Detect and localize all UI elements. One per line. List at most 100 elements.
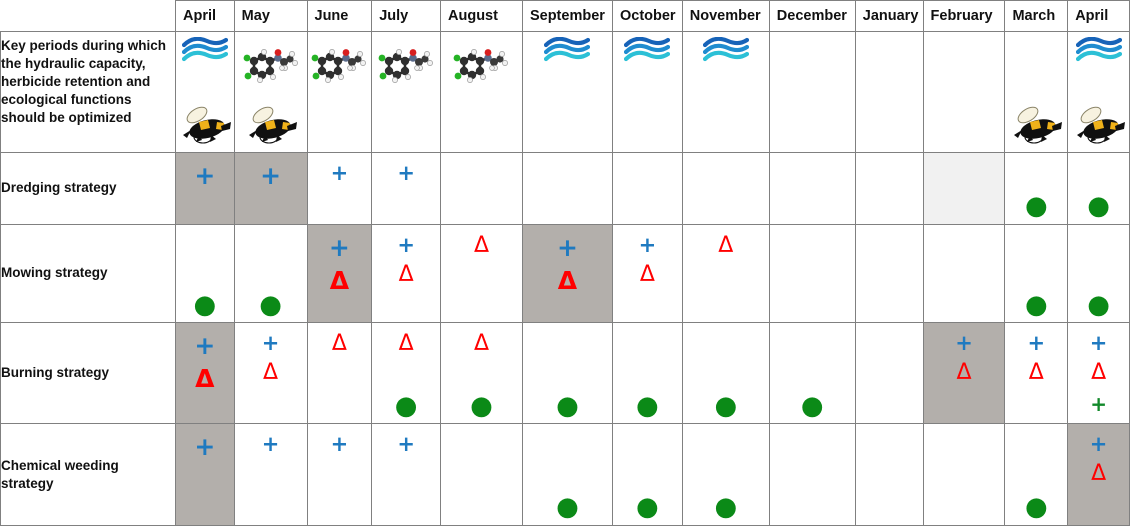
symbol-blue-plus-bold: + [194, 432, 216, 462]
cell-key_periods-4 [440, 31, 523, 153]
symbol-green-dot: ● [470, 390, 493, 421]
cell-mowing-0: ● [175, 223, 235, 324]
column-header-june-2: June [306, 0, 373, 32]
symbol-red-triangle-bold: Δ [557, 265, 578, 295]
cell-key_periods-1 [233, 31, 308, 153]
symbol-blue-plus-bold: + [194, 331, 216, 361]
symbol-stack: ● [770, 323, 855, 423]
symbol-blue-plus-bold: + [194, 160, 216, 190]
symbol-stack: ● [1005, 153, 1067, 224]
cell-mowing-5: + Δ [521, 223, 613, 324]
cell-burning-12: + Δ + [1067, 322, 1130, 425]
symbol-stack: + Δ [1068, 424, 1129, 525]
symbol-red-triangle: Δ [639, 261, 655, 287]
table-header-row: April May June July August September October No… [0, 0, 1130, 32]
symbol-green-dot: ● [1087, 289, 1110, 320]
symbol-blue-plus: + [397, 232, 415, 257]
schedule-table-root: April May June July August September October No… [0, 0, 1130, 526]
symbol-blue-plus: + [330, 432, 349, 457]
symbol-blue-plus: + [261, 432, 280, 457]
symbol-stack: + Δ [176, 323, 234, 423]
symbol-stack: + [372, 153, 440, 224]
cell-mowing-11: ● [1004, 223, 1069, 324]
table-row-burning: Burning strategy + Δ + Δ Δ Δ ● Δ ● ● ● ● ● + Δ + Δ + Δ + [0, 322, 1130, 425]
bee-icon [177, 102, 233, 149]
wave-icon [624, 36, 671, 68]
symbol-red-triangle: Δ [718, 232, 734, 258]
row-label-chemical_weeding: Chemical weeding strategy [0, 423, 176, 526]
icon-group [523, 32, 612, 152]
symbol-green-dot: ● [556, 492, 579, 523]
cell-chemical_weeding-12: + Δ [1067, 423, 1130, 526]
symbol-red-triangle: Δ [263, 360, 279, 386]
symbol-blue-plus: + [330, 160, 349, 185]
symbol-stack: + Δ [308, 225, 372, 323]
bee-icon [1008, 102, 1064, 149]
icon-group [1068, 32, 1129, 152]
cell-key_periods-9 [854, 31, 924, 153]
cell-key_periods-12 [1067, 31, 1130, 153]
symbol-green-dot: ● [714, 390, 738, 421]
table-row-mowing: Mowing strategy ● ● + Δ + Δ Δ + Δ + Δ Δ ● ● [0, 223, 1130, 324]
symbol-blue-plus: + [638, 232, 657, 257]
symbol-green-dot: ● [714, 492, 738, 523]
cell-mowing-4: Δ [440, 223, 523, 324]
symbol-stack: ● [523, 424, 612, 525]
table-row-chemical_weeding: Chemical weeding strategy + + + + ● ● ● ● + Δ [0, 423, 1130, 526]
column-header-may-1: May [233, 0, 308, 32]
cell-chemical_weeding-4 [440, 423, 523, 526]
cell-chemical_weeding-6: ● [611, 423, 683, 526]
symbol-stack: ● [523, 323, 612, 423]
symbol-stack: + Δ [924, 323, 1005, 423]
symbol-stack: + [308, 153, 372, 224]
symbol-green-dot: ● [193, 289, 217, 320]
molecule-icon [450, 49, 512, 90]
symbol-red-triangle: Δ [956, 360, 972, 386]
cell-dredging-11: ● [1004, 151, 1069, 225]
symbol-stack: ● [1068, 153, 1129, 224]
wave-icon [181, 36, 228, 68]
symbol-stack: + Δ [523, 225, 612, 323]
symbol-stack: + Δ [613, 225, 682, 323]
symbol-stack: + [308, 424, 372, 525]
symbol-stack: + [235, 424, 307, 525]
symbol-red-triangle: Δ [473, 331, 490, 357]
row-label-mowing: Mowing strategy [0, 223, 176, 324]
symbol-stack: + [176, 424, 234, 525]
cell-burning-4: Δ ● [440, 322, 523, 425]
symbol-stack: Δ ● [441, 323, 522, 423]
icon-group [235, 32, 307, 152]
cell-chemical_weeding-1: + [233, 423, 308, 526]
column-header-july-3: July [371, 0, 442, 32]
table-row-key_periods: Key periods during which the hydraulic c… [0, 31, 1130, 153]
cell-mowing-2: + Δ [306, 223, 373, 324]
column-header-january-9: January [854, 0, 924, 32]
symbol-red-triangle: Δ [398, 261, 414, 287]
symbol-red-triangle: Δ [473, 232, 490, 258]
cell-mowing-1: ● [233, 223, 308, 324]
symbol-red-triangle-bold: Δ [329, 265, 350, 295]
cell-key_periods-6 [611, 31, 683, 153]
symbol-stack: ● [176, 225, 234, 323]
symbol-stack: ● [235, 225, 307, 323]
cell-burning-2: Δ [306, 322, 373, 425]
molecule-icon [308, 49, 370, 90]
cell-chemical_weeding-2: + [306, 423, 373, 526]
symbol-stack: Δ [683, 225, 769, 323]
cell-key_periods-10 [922, 31, 1006, 153]
header-corner-cell [0, 0, 176, 32]
symbol-blue-plus: + [1027, 331, 1046, 356]
cell-chemical_weeding-3: + [371, 423, 442, 526]
column-header-november-7: November [681, 0, 770, 32]
cell-mowing-8 [768, 223, 856, 324]
cell-dredging-1: + [233, 151, 308, 225]
cell-burning-1: + Δ [233, 322, 308, 425]
cell-burning-10: + Δ [922, 322, 1006, 425]
icon-group [308, 32, 372, 152]
icon-group [1005, 32, 1067, 152]
icon-group [856, 32, 923, 152]
icon-group [372, 32, 440, 152]
symbol-green-dot: ● [1024, 492, 1048, 523]
symbol-stack: + [235, 153, 307, 224]
cell-dredging-2: + [306, 151, 373, 225]
